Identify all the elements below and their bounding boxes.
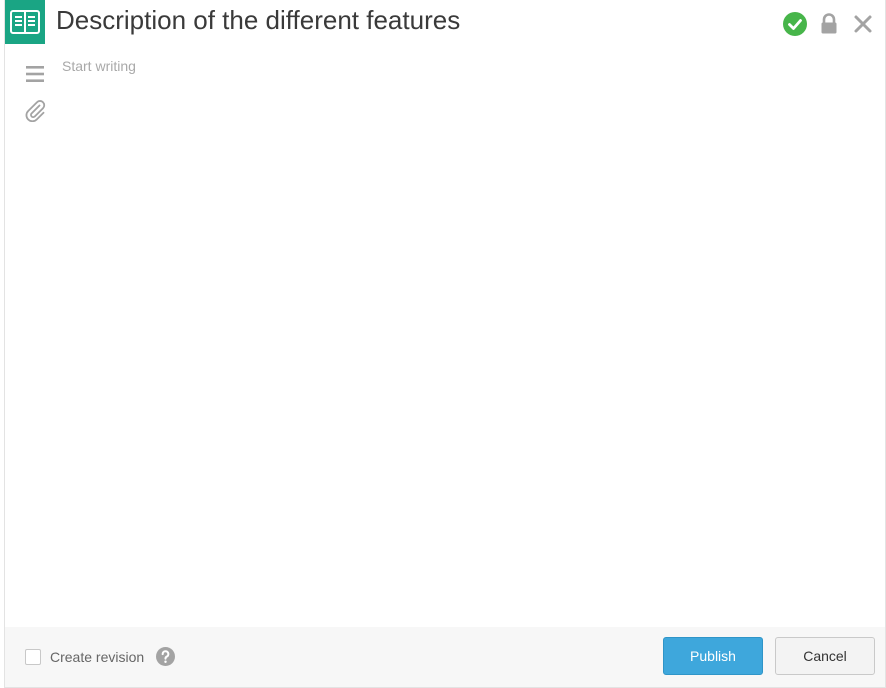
app-logo: [5, 0, 45, 44]
create-revision-label: Create revision: [50, 648, 145, 665]
open-book-icon: [10, 10, 40, 34]
close-icon: [854, 15, 872, 33]
attach-file-button[interactable]: [23, 98, 47, 122]
format-menu-button[interactable]: [23, 62, 47, 86]
content-editor[interactable]: [62, 58, 872, 618]
cancel-button[interactable]: Cancel: [775, 637, 875, 675]
page-title: Description of the different features: [56, 5, 461, 35]
editor-side-toolbar: [23, 62, 47, 122]
close-button[interactable]: [851, 12, 875, 36]
lock-icon: [821, 13, 837, 34]
dialog-footer: Create revision Publish Cancel: [5, 627, 885, 687]
create-revision-option: Create revision: [25, 647, 176, 666]
help-icon[interactable]: [156, 647, 176, 666]
lock-button[interactable]: [817, 12, 841, 36]
status-button[interactable]: [783, 12, 807, 36]
header-actions: [783, 12, 875, 36]
editor-dialog: Description of the different features St…: [4, 0, 886, 688]
menu-icon: [26, 66, 44, 82]
create-revision-checkbox[interactable]: [25, 648, 41, 665]
publish-button[interactable]: Publish: [663, 637, 763, 675]
check-circle-icon: [783, 12, 807, 36]
paperclip-icon: [25, 100, 46, 122]
